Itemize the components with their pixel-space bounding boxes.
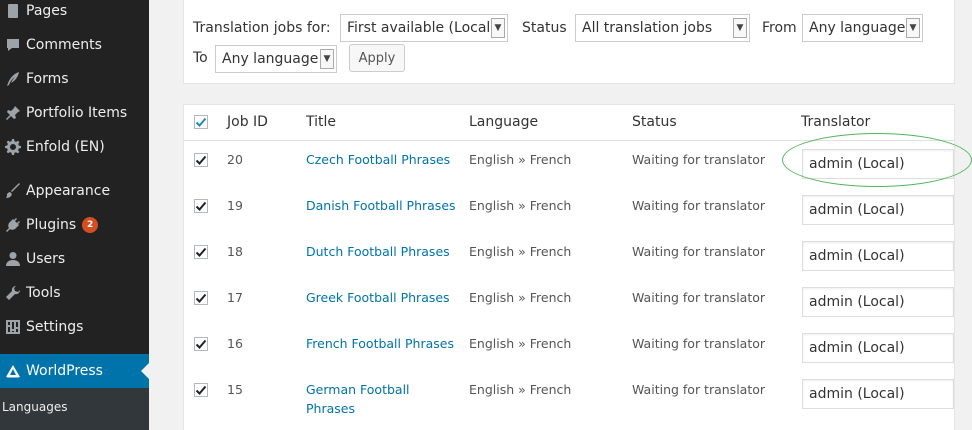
job-id-cell: 20	[227, 152, 243, 167]
status-cell: Waiting for translator	[632, 198, 766, 213]
column-header-translator[interactable]: Translator	[801, 114, 870, 130]
jobs-for-label: Translation jobs for:	[193, 20, 331, 36]
sidebar-item-pages[interactable]: Pages	[0, 0, 149, 28]
status-cell: Waiting for translator	[632, 382, 766, 397]
job-title-link[interactable]: Czech Football Phrases	[306, 150, 456, 169]
row-checkbox[interactable]	[194, 245, 208, 259]
checkmark-icon	[195, 339, 207, 349]
chevron-down-icon: ▼	[733, 18, 747, 38]
status-cell: Waiting for translator	[632, 290, 766, 305]
plugin-icon	[0, 217, 26, 233]
language-cell: English » French	[469, 336, 572, 351]
status-label: Status	[522, 20, 567, 36]
select-all-checkbox[interactable]	[194, 115, 208, 129]
user-icon	[0, 251, 26, 267]
sidebar-item-forms[interactable]: Forms	[0, 62, 149, 96]
sidebar-item-plugins[interactable]: Plugins 2	[0, 208, 149, 242]
brush-icon	[0, 183, 26, 199]
comments-icon	[0, 37, 26, 53]
translator-field[interactable]: admin (Local)	[802, 195, 954, 225]
to-select[interactable]: Any language ▼	[215, 45, 337, 73]
sidebar-item-portfolio[interactable]: Portfolio Items	[0, 96, 149, 130]
checkmark-icon	[195, 385, 207, 395]
highlight-ellipse	[782, 133, 972, 187]
checkmark-icon	[195, 201, 207, 211]
job-id-cell: 19	[227, 198, 243, 213]
update-count-badge: 2	[82, 217, 99, 233]
sidebar-item-settings[interactable]: Settings	[0, 310, 149, 344]
sidebar-item-comments[interactable]: Comments	[0, 28, 149, 62]
from-select[interactable]: Any language ▼	[802, 14, 923, 42]
wpml-icon	[0, 363, 26, 379]
status-select[interactable]: All translation jobs ▼	[575, 14, 750, 42]
checkmark-icon	[195, 293, 207, 303]
language-cell: English » French	[469, 382, 572, 397]
checkmark-icon	[195, 247, 207, 257]
translator-field[interactable]: admin (Local)	[802, 333, 954, 363]
job-title-link[interactable]: German Football Phrases	[306, 380, 426, 418]
status-cell: Waiting for translator	[632, 152, 766, 167]
checkmark-icon	[195, 117, 207, 127]
job-id-cell: 18	[227, 244, 243, 259]
translator-field[interactable]: admin (Local)	[802, 241, 954, 271]
sidebar-item-users[interactable]: Users	[0, 242, 149, 276]
settings-icon	[0, 319, 26, 335]
language-cell: English » French	[469, 152, 572, 167]
status-cell: Waiting for translator	[632, 336, 766, 351]
job-title-link[interactable]: Greek Football Phrases	[306, 288, 456, 307]
status-cell: Waiting for translator	[632, 244, 766, 259]
jobs-for-select[interactable]: First available (Local) ▼	[340, 14, 508, 42]
column-header-language[interactable]: Language	[469, 114, 538, 130]
sidebar-item-tools[interactable]: Tools	[0, 276, 149, 310]
forms-icon	[0, 71, 26, 87]
pin-icon	[0, 105, 26, 121]
translator-field[interactable]: admin (Local)	[802, 379, 954, 409]
row-checkbox[interactable]	[194, 199, 208, 213]
job-id-cell: 17	[227, 290, 243, 305]
job-title-link[interactable]: Danish Football Phrases	[306, 196, 456, 215]
submenu-item-languages[interactable]: Languages	[2, 400, 67, 414]
language-cell: English » French	[469, 290, 572, 305]
job-id-cell: 16	[227, 336, 243, 351]
sidebar-item-appearance[interactable]: Appearance	[0, 174, 149, 208]
row-checkbox[interactable]	[194, 337, 208, 351]
gear-icon	[0, 139, 26, 155]
job-title-link[interactable]: Dutch Football Phrases	[306, 242, 456, 261]
language-cell: English » French	[469, 198, 572, 213]
chevron-down-icon: ▼	[491, 18, 505, 38]
column-header-status[interactable]: Status	[632, 114, 677, 130]
row-checkbox[interactable]	[194, 383, 208, 397]
chevron-down-icon: ▼	[906, 18, 920, 38]
chevron-down-icon: ▼	[320, 49, 334, 69]
language-cell: English » French	[469, 244, 572, 259]
row-checkbox[interactable]	[194, 291, 208, 305]
translator-field[interactable]: admin (Local)	[802, 287, 954, 317]
checkmark-icon	[195, 155, 207, 165]
job-id-cell: 15	[227, 382, 243, 397]
sidebar-item-worldpress[interactable]: WorldPress	[0, 354, 149, 388]
from-label: From	[762, 20, 797, 36]
apply-button[interactable]: Apply	[349, 44, 405, 72]
pages-icon	[0, 3, 26, 19]
admin-sidebar: Pages Comments Forms Portfolio Items Enf…	[0, 0, 149, 430]
row-checkbox[interactable]	[194, 153, 208, 167]
wrench-icon	[0, 285, 26, 301]
column-header-job-id[interactable]: Job ID	[227, 114, 268, 130]
job-title-link[interactable]: French Football Phrases	[306, 334, 456, 353]
to-label: To	[193, 50, 208, 66]
sidebar-item-enfold[interactable]: Enfold (EN)	[0, 130, 149, 164]
column-header-title[interactable]: Title	[306, 114, 336, 130]
